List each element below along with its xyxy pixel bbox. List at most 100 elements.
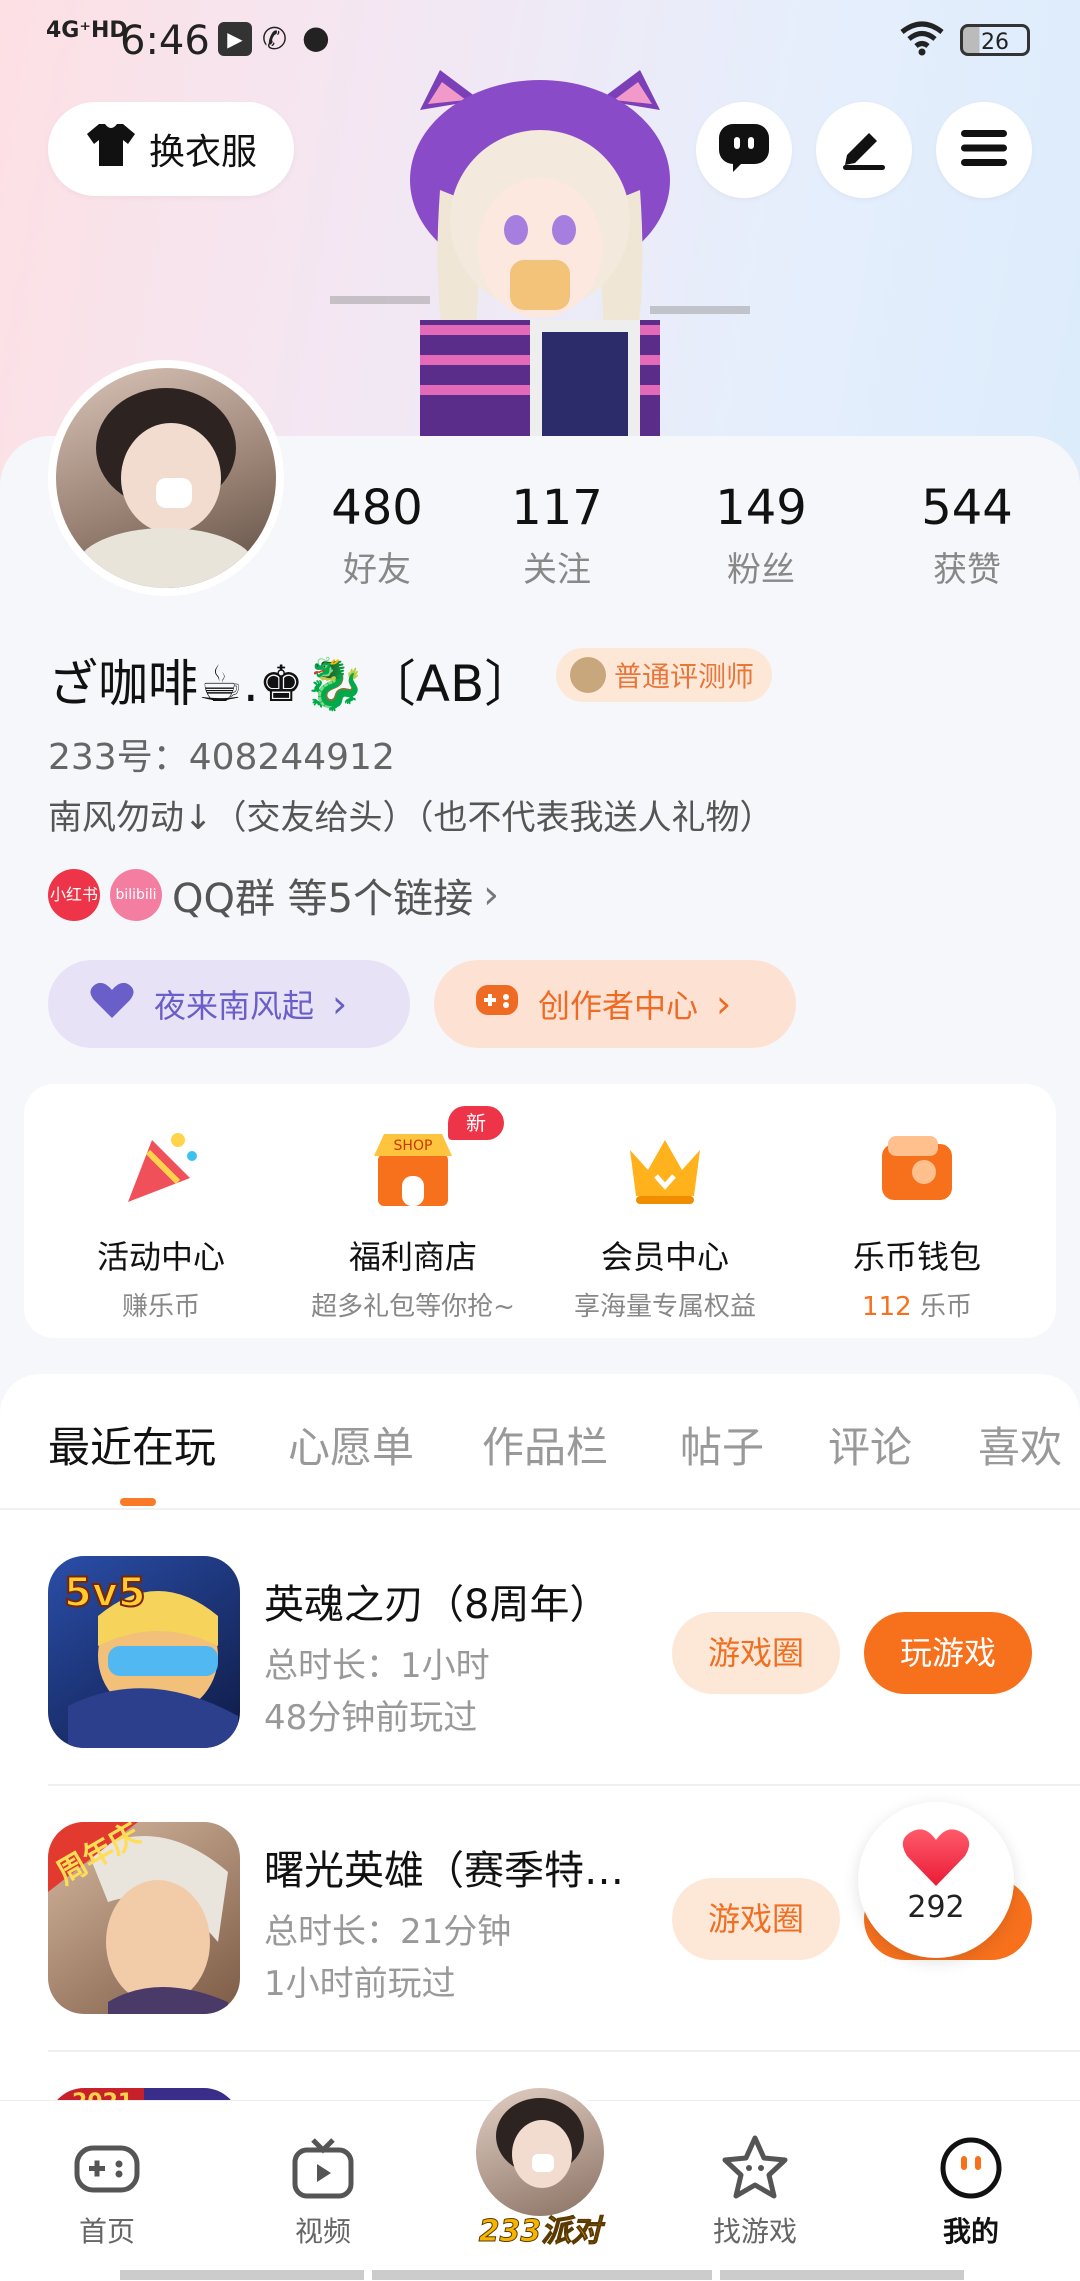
- tab-works[interactable]: 作品栏: [482, 1414, 608, 1475]
- media-notification-icon: ▶: [218, 22, 252, 56]
- crown-icon: [620, 1124, 710, 1214]
- edit-profile-button[interactable]: [816, 102, 912, 198]
- social-links-row[interactable]: 小红书 bilibili QQ群 等5个链接 ›: [48, 866, 499, 924]
- chat-button[interactable]: [696, 102, 792, 198]
- coin-balance: 112: [862, 1292, 912, 1322]
- party-avatar-button[interactable]: [470, 2082, 610, 2222]
- tv-icon: [289, 2134, 357, 2202]
- activity-center-subtitle: 赚乐币: [121, 1292, 200, 1322]
- game-duration: 总时长：1小时: [264, 1646, 490, 1686]
- chat-bubble-icon: [717, 122, 771, 178]
- message-notification-icon: ●: [302, 18, 330, 56]
- call-notification-icon: ✆: [262, 22, 288, 57]
- fans-label: 粉丝: [727, 550, 795, 590]
- friends-stat[interactable]: 480 好友: [302, 480, 452, 591]
- welfare-shop-title: 福利商店: [348, 1238, 477, 1276]
- xiaohongshu-icon: 小红书: [48, 869, 100, 921]
- game-icon[interactable]: 周年庆: [48, 1822, 240, 2014]
- tab-recently-played[interactable]: 最近在玩: [48, 1414, 216, 1475]
- game-icon[interactable]: 5v5: [48, 1556, 240, 1748]
- tab-divider: [0, 1508, 1080, 1510]
- play-game-button[interactable]: 玩游戏: [864, 1612, 1032, 1694]
- bio: 南风勿动↓（交友给头）（也不代表我送人礼物）: [48, 798, 774, 838]
- group-entry-button[interactable]: 夜来南风起 ›: [48, 960, 410, 1048]
- chevron-right-icon: ›: [716, 982, 732, 1026]
- tab-posts[interactable]: 帖子: [680, 1414, 764, 1475]
- fans-stat[interactable]: 149 粉丝: [686, 480, 836, 591]
- game-last-played: 48分钟前玩过: [264, 1698, 478, 1738]
- game-icon-label: 5v5: [64, 1570, 146, 1616]
- nav-video-label: 视频: [294, 2215, 351, 2248]
- game-title: 英魂之刃（8周年）: [264, 1582, 610, 1628]
- gesture-bar: [372, 2270, 712, 2280]
- nav-find-games-label: 找游戏: [712, 2215, 797, 2248]
- tab-comments[interactable]: 评论: [828, 1414, 912, 1475]
- welfare-shop-item[interactable]: SHOP 福利商店 超多礼包等你抢~: [288, 1124, 538, 1323]
- row-divider: [48, 1784, 1080, 1786]
- smile-face-icon: [937, 2134, 1005, 2202]
- nav-mine[interactable]: 我的: [906, 2134, 1036, 2250]
- nav-video[interactable]: 视频: [258, 2134, 388, 2250]
- game-title: 曙光英雄（赛季特…: [264, 1848, 624, 1894]
- user-id: 233号：408244912: [48, 737, 395, 778]
- reviewer-badge-label: 普通评测师: [614, 660, 755, 693]
- vip-center-title: 会员中心: [600, 1238, 729, 1276]
- menu-button[interactable]: [936, 102, 1032, 198]
- nav-find-games[interactable]: 找游戏: [690, 2134, 820, 2250]
- new-badge: 新: [448, 1106, 504, 1140]
- content-panel: [0, 1374, 1080, 2134]
- status-bar: 4G⁺HD 6:46 ▶ ✆ ● 26: [0, 0, 1080, 80]
- gesture-bar: [120, 2270, 364, 2280]
- nav-home-label: 首页: [78, 2215, 135, 2248]
- tshirt-icon: [85, 122, 137, 177]
- likes-stat[interactable]: 544 获赞: [892, 480, 1042, 591]
- fans-count: 149: [715, 480, 807, 536]
- creator-center-button[interactable]: 创作者中心 ›: [434, 960, 796, 1048]
- welfare-shop-subtitle: 超多礼包等你抢~: [311, 1292, 515, 1322]
- activity-center-title: 活动中心: [96, 1238, 225, 1276]
- coin-wallet-item[interactable]: 乐币钱包 112 乐币: [792, 1124, 1042, 1323]
- friends-count: 480: [331, 480, 423, 536]
- vip-center-item[interactable]: 会员中心 享海量专属权益: [540, 1124, 790, 1323]
- coin-wallet-title: 乐币钱包: [852, 1238, 981, 1276]
- game-circle-button[interactable]: 游戏圈: [672, 1878, 840, 1960]
- heart-icon: [858, 1826, 1014, 1892]
- wifi-icon: [898, 20, 946, 65]
- shop-icon: SHOP: [368, 1124, 458, 1214]
- battery-icon: 26: [960, 24, 1030, 56]
- tab-wishlist[interactable]: 心愿单: [288, 1414, 414, 1475]
- row-divider: [48, 2050, 1080, 2052]
- avatar[interactable]: [48, 360, 284, 596]
- activity-center-item[interactable]: 活动中心 赚乐币: [36, 1124, 286, 1323]
- heart-icon: [88, 980, 136, 1028]
- following-stat[interactable]: 117 关注: [482, 480, 632, 591]
- likes-label: 获赞: [933, 550, 1001, 590]
- coin-unit: 乐币: [911, 1292, 972, 1322]
- nav-mine-label: 我的: [942, 2215, 999, 2248]
- game-circle-button[interactable]: 游戏圈: [672, 1612, 840, 1694]
- bilibili-icon: bilibili: [110, 869, 162, 921]
- nickname: ざ咖啡☕.♚🐉〔AB〕: [48, 655, 535, 713]
- svg-text:SHOP: SHOP: [394, 1138, 433, 1154]
- change-outfit-label: 换衣服: [148, 132, 257, 173]
- like-count: 292: [907, 1890, 965, 1925]
- likes-count: 544: [921, 480, 1013, 536]
- nav-party-label[interactable]: 233派对: [466, 2206, 614, 2250]
- nav-home[interactable]: 首页: [42, 2134, 172, 2250]
- game-last-played: 1小时前玩过: [264, 1964, 456, 2004]
- like-bubble[interactable]: 292: [858, 1802, 1014, 1958]
- gamepad-icon: [474, 981, 520, 1027]
- badge-icon: [570, 657, 606, 693]
- active-tab-indicator: [120, 1498, 156, 1506]
- tab-likes[interactable]: 喜欢: [978, 1414, 1062, 1475]
- following-count: 117: [511, 480, 603, 536]
- wallet-icon: [872, 1124, 962, 1214]
- avatar-character-illustration: [330, 70, 750, 440]
- following-label: 关注: [523, 550, 591, 590]
- change-outfit-button[interactable]: 换衣服: [48, 102, 294, 196]
- hamburger-menu-icon: [959, 128, 1009, 172]
- pen-icon: [839, 125, 889, 175]
- friends-label: 好友: [343, 550, 411, 590]
- vip-center-subtitle: 享海量专属权益: [573, 1292, 756, 1322]
- reviewer-badge[interactable]: 普通评测师: [556, 648, 773, 702]
